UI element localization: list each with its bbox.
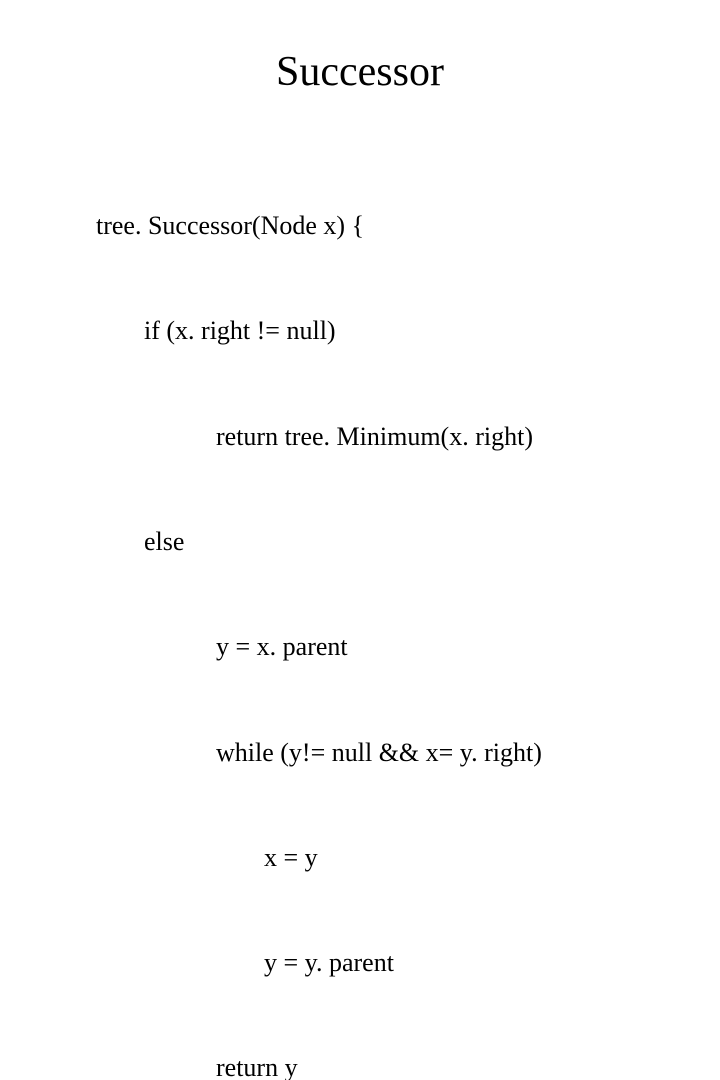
- code-line: else: [96, 524, 720, 559]
- code-line: while (y!= null && x= y. right): [96, 735, 720, 770]
- code-line: tree. Successor(Node x) {: [96, 208, 720, 243]
- code-line: return tree. Minimum(x. right): [96, 419, 720, 454]
- slide: Successor tree. Successor(Node x) { if (…: [0, 0, 720, 540]
- pseudocode-block: tree. Successor(Node x) { if (x. right !…: [96, 138, 720, 1080]
- slide-title: Successor: [0, 48, 720, 96]
- code-line: y = y. parent: [96, 945, 720, 980]
- code-line: return y: [96, 1050, 720, 1080]
- code-line: y = x. parent: [96, 629, 720, 664]
- code-line: x = y: [96, 840, 720, 875]
- code-line: if (x. right != null): [96, 313, 720, 348]
